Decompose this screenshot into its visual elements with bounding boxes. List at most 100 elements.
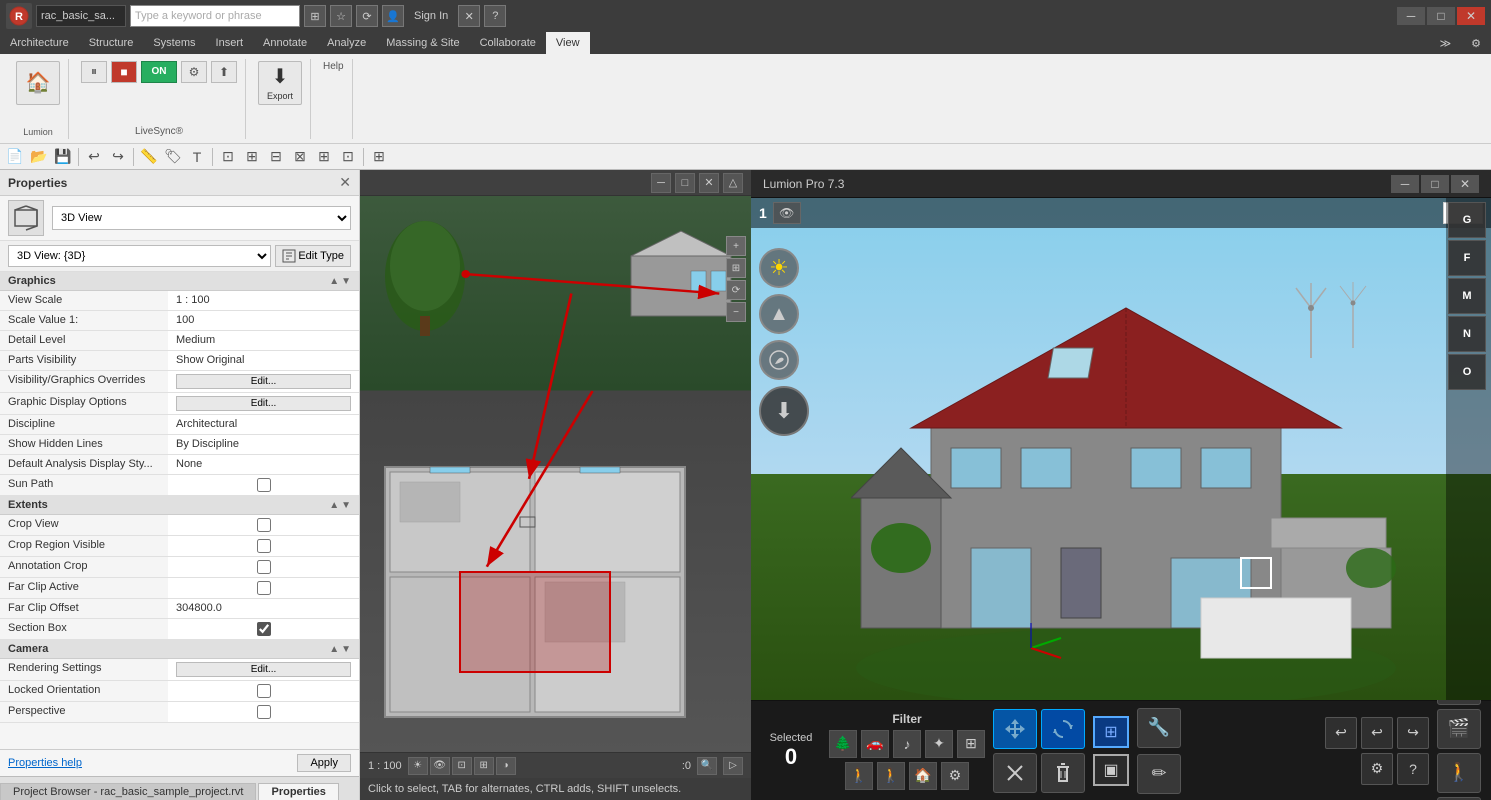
sync-btn[interactable]: ⟳	[356, 5, 378, 27]
stop-btn[interactable]: ■	[111, 61, 137, 83]
tab-expand[interactable]: ≫	[1430, 32, 1462, 54]
vp-footer-crop-btn[interactable]: ⊡	[452, 757, 472, 775]
detail-level-value[interactable]: Medium	[168, 331, 359, 350]
crop-view-checkbox[interactable]	[257, 518, 271, 532]
tb-select-btn[interactable]: ⊡	[217, 146, 239, 168]
export-btn[interactable]: ⬆	[211, 61, 237, 83]
project-browser-tab[interactable]: Project Browser - rac_basic_sample_proje…	[0, 783, 256, 800]
tb-copy-btn[interactable]: ⊟	[265, 146, 287, 168]
rotate-btn[interactable]	[1041, 709, 1085, 749]
scale-value[interactable]: 100	[168, 311, 359, 330]
perspective-checkbox[interactable]	[257, 705, 271, 719]
tab-systems[interactable]: Systems	[143, 32, 205, 54]
section-extents[interactable]: Extents ▲▼	[0, 496, 359, 515]
filter-tree-btn[interactable]: 🌲	[829, 730, 857, 758]
section-graphics-arrows[interactable]: ▲▼	[329, 276, 351, 287]
lumion-minimize-btn[interactable]: ─	[1391, 175, 1419, 193]
tb-tag-btn[interactable]: 🏷	[162, 146, 184, 168]
tb-undo-btn[interactable]: ↩	[83, 146, 105, 168]
help-btn[interactable]: ?	[484, 5, 506, 27]
far-clip-checkbox[interactable]	[257, 581, 271, 595]
export-large-btn[interactable]: ⬇ Export	[258, 61, 302, 105]
lr-N-btn[interactable]: N	[1448, 316, 1486, 352]
search-icon-btn[interactable]: ⊞	[304, 5, 326, 27]
scale-btn[interactable]	[993, 753, 1037, 793]
lumion-eye-btn[interactable]: 👁	[773, 202, 801, 224]
delete-btn[interactable]	[1041, 753, 1085, 793]
vp-expand-btn[interactable]: △	[723, 173, 743, 193]
filter-effects2-btn[interactable]: ⊞	[957, 730, 985, 758]
vp-footer-rendering-btn[interactable]: ⊞	[474, 757, 494, 775]
tb-open-btn[interactable]: 📂	[28, 146, 50, 168]
question-btn[interactable]: ?	[1397, 753, 1429, 785]
nav-zoom-fit[interactable]: ⊞	[726, 258, 746, 278]
apply-btn[interactable]: Apply	[297, 754, 351, 772]
section-box-checkbox[interactable]	[257, 622, 271, 636]
mountain-tool-btn[interactable]: ▲	[759, 294, 799, 334]
lumion-maximize-btn[interactable]: □	[1421, 175, 1449, 193]
revit-close-btn[interactable]: ✕	[1457, 7, 1485, 25]
user-icon-btn[interactable]: 👤	[382, 5, 404, 27]
pencil-btn[interactable]: ✏	[1137, 754, 1181, 794]
tb-save-btn[interactable]: 💾	[52, 146, 74, 168]
crop-region-checkbox[interactable]	[257, 539, 271, 553]
tab-analyze[interactable]: Analyze	[317, 32, 376, 54]
settings-btn[interactable]: ⚙	[181, 61, 207, 83]
properties-help-link[interactable]: Properties help	[8, 757, 82, 769]
tab-architecture[interactable]: Architecture	[0, 32, 79, 54]
search-box[interactable]: Type a keyword or phrase	[130, 5, 300, 27]
undo-btn[interactable]: ↩	[1325, 717, 1357, 749]
filter-effects-btn[interactable]: ✦	[925, 730, 953, 758]
recent-files-btn[interactable]: ☆	[330, 5, 352, 27]
annotation-crop-checkbox[interactable]	[257, 560, 271, 574]
tab-structure[interactable]: Structure	[79, 32, 144, 54]
viewport-canvas[interactable]: + ⊞ ⟳ −	[360, 196, 751, 752]
close-file-btn[interactable]: ✕	[458, 5, 480, 27]
parts-visibility-value[interactable]: Show Original	[168, 351, 359, 370]
sun-tool-btn[interactable]: ☀	[759, 248, 799, 288]
vp-footer-nav-btn[interactable]: ▷	[723, 757, 743, 775]
graphic-display-btn[interactable]: Edit...	[176, 396, 351, 411]
rendering-btn[interactable]: Edit...	[176, 662, 351, 677]
vp-footer-zoom-btn[interactable]: 🔍	[697, 757, 717, 775]
properties-close-btn[interactable]: ✕	[339, 174, 351, 191]
visibility-overrides-btn[interactable]: Edit...	[176, 374, 351, 389]
camera-person-btn[interactable]: 🚶	[1437, 753, 1481, 793]
lr-O-btn[interactable]: O	[1448, 354, 1486, 390]
livesync-on-btn[interactable]: ON	[141, 61, 177, 83]
revit-maximize-btn[interactable]: □	[1427, 7, 1455, 25]
vp-footer-visibility-btn[interactable]: 👁	[430, 757, 450, 775]
show-hidden-value[interactable]: By Discipline	[168, 435, 359, 454]
move-btn[interactable]	[993, 709, 1037, 749]
undo2-btn[interactable]: ↩	[1361, 717, 1393, 749]
tab-collaborate[interactable]: Collaborate	[470, 32, 546, 54]
camera-save-btn[interactable]: 💾	[1437, 797, 1481, 800]
tab-annotate[interactable]: Annotate	[253, 32, 317, 54]
camera-video-btn[interactable]: 🎬	[1437, 709, 1481, 749]
section-camera-arrows[interactable]: ▲▼	[329, 644, 351, 655]
paint-tool-btn[interactable]	[759, 340, 799, 380]
far-clip-offset-value[interactable]: 304800.0	[168, 599, 359, 618]
view-scale-value[interactable]: 1 : 100	[168, 291, 359, 310]
help-btn-large[interactable]: 🏠	[16, 61, 60, 105]
view-type-select[interactable]: 3D View	[52, 206, 351, 230]
lr-G-btn[interactable]: G	[1448, 202, 1486, 238]
vp-footer-shadow-btn[interactable]: ◑	[496, 757, 516, 775]
lumion-viewport[interactable]: 1 👁 ☀ ▲ ⬇ G F M	[751, 198, 1491, 700]
sun-path-checkbox[interactable]	[257, 478, 271, 492]
tab-massing[interactable]: Massing & Site	[376, 32, 469, 54]
revit-minimize-btn[interactable]: ─	[1397, 7, 1425, 25]
vp-minimize-btn[interactable]: ─	[651, 173, 671, 193]
view-name-select[interactable]: 3D View: {3D}	[8, 245, 271, 267]
vp-close-btn[interactable]: ✕	[699, 173, 719, 193]
select-all-btn[interactable]: ⊞	[1093, 716, 1129, 748]
filter-person2-btn[interactable]: 🚶	[877, 762, 905, 790]
edit-type-btn[interactable]: Edit Type	[275, 245, 351, 267]
section-graphics[interactable]: Graphics ▲▼	[0, 272, 359, 291]
tab-insert[interactable]: Insert	[206, 32, 254, 54]
sign-in-btn[interactable]: Sign In	[408, 8, 454, 24]
vp-footer-sun-btn[interactable]: ☀	[408, 757, 428, 775]
tb-worksets-btn[interactable]: ⊞	[368, 146, 390, 168]
tb-redo-btn[interactable]: ↪	[107, 146, 129, 168]
nav-orbit[interactable]: ⟳	[726, 280, 746, 300]
